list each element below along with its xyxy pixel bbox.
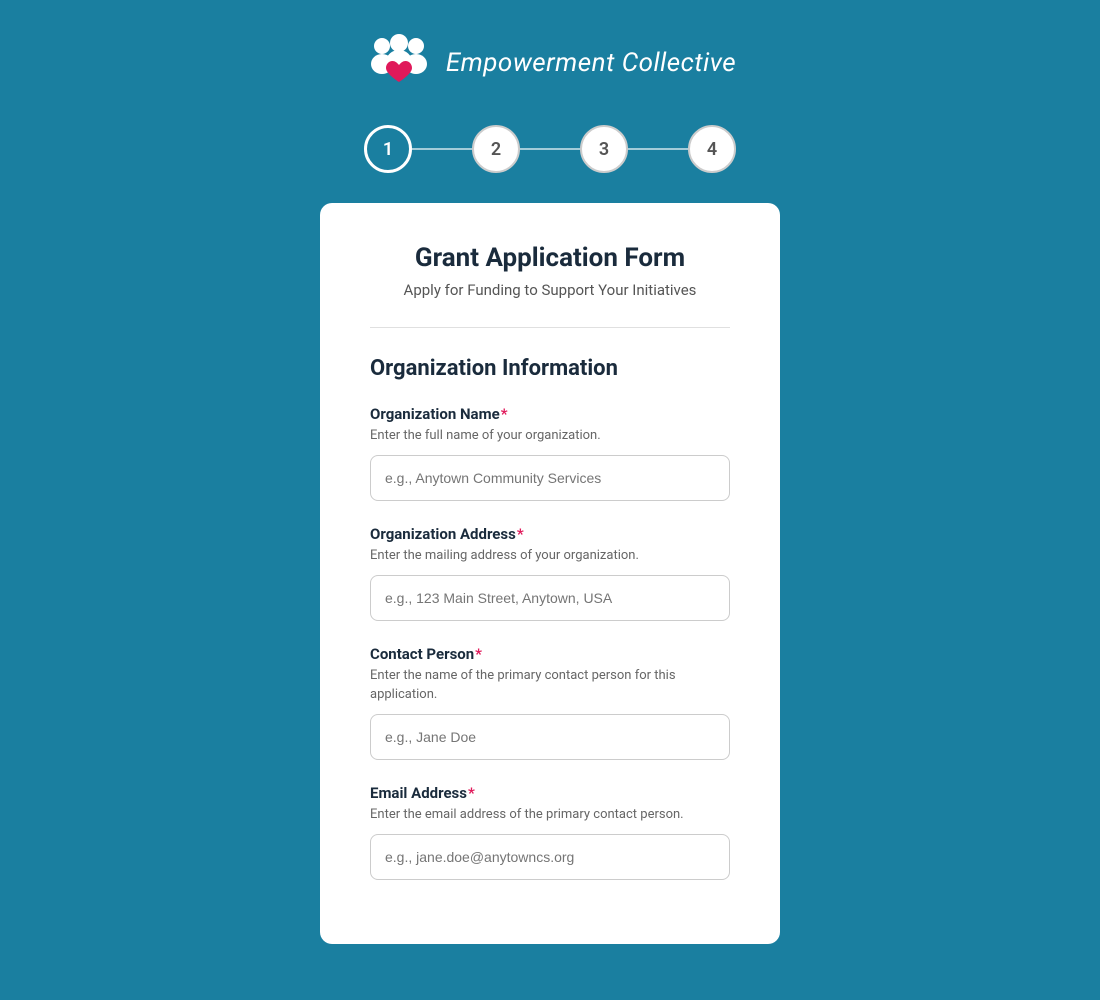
- desc-org-name: Enter the full name of your organization…: [370, 427, 730, 445]
- required-star-org-name: *: [501, 405, 508, 423]
- label-contact-person: Contact Person*: [370, 645, 730, 663]
- required-star-contact-person: *: [475, 645, 482, 663]
- field-email-address: Email Address* Enter the email address o…: [370, 784, 730, 880]
- form-title: Grant Application Form: [370, 243, 730, 273]
- input-org-address[interactable]: [370, 575, 730, 621]
- desc-email-address: Enter the email address of the primary c…: [370, 806, 730, 824]
- input-contact-person[interactable]: [370, 714, 730, 760]
- step-line-1: [412, 148, 472, 150]
- step-3[interactable]: 3: [580, 125, 628, 173]
- step-4[interactable]: 4: [688, 125, 736, 173]
- form-divider: [370, 327, 730, 328]
- field-org-name: Organization Name* Enter the full name o…: [370, 405, 730, 501]
- field-org-address: Organization Address* Enter the mailing …: [370, 525, 730, 621]
- form-card: Grant Application Form Apply for Funding…: [320, 203, 780, 944]
- label-org-address: Organization Address*: [370, 525, 730, 543]
- brand-name: Empowerment Collective: [446, 48, 736, 78]
- step-line-3: [628, 148, 688, 150]
- field-contact-person: Contact Person* Enter the name of the pr…: [370, 645, 730, 759]
- step-indicator: 1 2 3 4: [364, 125, 736, 173]
- desc-org-address: Enter the mailing address of your organi…: [370, 547, 730, 565]
- label-email-address: Email Address*: [370, 784, 730, 802]
- required-star-org-address: *: [517, 525, 524, 543]
- form-subtitle: Apply for Funding to Support Your Initia…: [370, 281, 730, 299]
- required-star-email-address: *: [468, 784, 475, 802]
- step-1[interactable]: 1: [364, 125, 412, 173]
- logo-area: Empowerment Collective: [364, 30, 736, 95]
- input-email-address[interactable]: [370, 834, 730, 880]
- input-org-name[interactable]: [370, 455, 730, 501]
- label-org-name: Organization Name*: [370, 405, 730, 423]
- logo-icon: [364, 30, 434, 95]
- section-title: Organization Information: [370, 356, 730, 381]
- step-line-2: [520, 148, 580, 150]
- step-2[interactable]: 2: [472, 125, 520, 173]
- desc-contact-person: Enter the name of the primary contact pe…: [370, 667, 730, 703]
